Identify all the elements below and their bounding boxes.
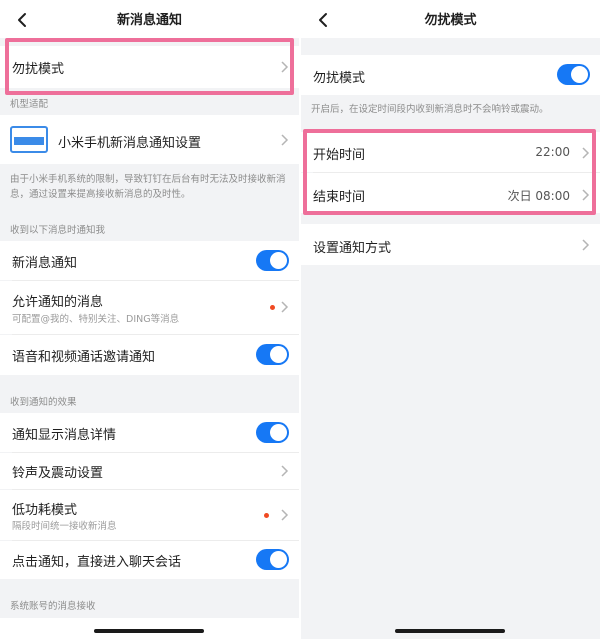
tap-open-row: 点击通知，直接进入聊天会话 xyxy=(0,541,299,579)
chevron-right-icon xyxy=(279,508,289,522)
dnd-mode-row[interactable]: 勿扰模式 xyxy=(0,46,299,88)
dnd-note: 开启后，在设定时间段内收到新消息时不会响铃或震动。 xyxy=(311,104,549,115)
dnd-toggle-label: 勿扰模式 xyxy=(313,71,366,86)
chevron-right-icon xyxy=(279,300,289,314)
end-time-row[interactable]: 结束时间 次日 08:00 xyxy=(301,173,600,213)
new-message-row: 新消息通知 xyxy=(0,241,299,280)
chevron-right-icon xyxy=(580,238,590,252)
dnd-toggle[interactable] xyxy=(557,64,590,85)
notify-method-row[interactable]: 设置通知方式 xyxy=(301,224,600,265)
device-settings-label: 小米手机新消息通知设置 xyxy=(58,136,202,151)
end-time-value: 次日 08:00 xyxy=(507,189,570,203)
tap-open-label: 点击通知，直接进入聊天会话 xyxy=(12,555,182,570)
show-detail-label: 通知显示消息详情 xyxy=(12,428,117,443)
red-dot-badge xyxy=(270,305,275,310)
phone-icon xyxy=(10,126,48,153)
dnd-mode-label: 勿扰模式 xyxy=(12,62,65,77)
low-power-label: 低功耗模式 xyxy=(12,503,78,518)
end-time-label: 结束时间 xyxy=(313,190,366,205)
show-detail-toggle[interactable] xyxy=(256,422,289,443)
call-invite-row: 语音和视频通话邀请通知 xyxy=(0,335,299,375)
start-time-row[interactable]: 开始时间 22:00 xyxy=(301,132,600,172)
allowed-messages-row[interactable]: 允许通知的消息 可配置@我的、特别关注、DING等消息 xyxy=(0,281,299,334)
call-invite-toggle[interactable] xyxy=(256,344,289,365)
low-power-sub: 隔段时间统一接收新消息 xyxy=(12,521,117,532)
chevron-right-icon xyxy=(279,60,289,74)
home-indicator xyxy=(94,629,204,633)
page-title: 勿扰模式 xyxy=(424,13,477,28)
nav-bar: 新消息通知 xyxy=(0,0,299,38)
ringtone-label: 铃声及震动设置 xyxy=(12,466,104,481)
chevron-right-icon xyxy=(279,133,289,147)
nav-bar: 勿扰模式 xyxy=(301,0,600,38)
ringtone-row[interactable]: 铃声及震动设置 xyxy=(0,453,299,489)
page-title: 新消息通知 xyxy=(116,13,182,28)
notification-settings-screen: 新消息通知 勿扰模式 机型适配 小米手机新消息通知设置 由于小米手机系统的限制，… xyxy=(0,0,299,639)
allowed-messages-label: 允许通知的消息 xyxy=(12,295,104,310)
show-detail-row: 通知显示消息详情 xyxy=(0,413,299,452)
new-message-label: 新消息通知 xyxy=(12,256,78,271)
new-message-toggle[interactable] xyxy=(256,250,289,271)
notify-method-label: 设置通知方式 xyxy=(313,241,392,256)
chevron-right-icon xyxy=(580,188,590,202)
call-invite-label: 语音和视频通话邀请通知 xyxy=(12,350,156,365)
tap-open-toggle[interactable] xyxy=(256,549,289,570)
chevron-right-icon xyxy=(279,464,289,478)
device-note: 由于小米手机系统的限制，导致钉钉在后台有时无法及时接收新消息，通过设置来提高接收… xyxy=(10,174,286,200)
low-power-row[interactable]: 低功耗模式 隔段时间统一接收新消息 xyxy=(0,490,299,540)
allowed-messages-sub: 可配置@我的、特别关注、DING等消息 xyxy=(12,314,180,325)
chevron-right-icon xyxy=(580,146,590,160)
section-effect-label: 收到通知的效果 xyxy=(10,397,77,408)
home-indicator xyxy=(395,629,505,633)
dnd-settings-screen: 勿扰模式 勿扰模式 开启后，在设定时间段内收到新消息时不会响铃或震动。 开始时间… xyxy=(301,0,600,639)
dnd-toggle-row: 勿扰模式 xyxy=(301,55,600,95)
section-receive-label: 收到以下消息时通知我 xyxy=(10,225,106,236)
start-time-value: 22:00 xyxy=(535,145,570,159)
section-device-label: 机型适配 xyxy=(10,99,49,110)
section-system-label: 系统账号的消息接收 xyxy=(10,601,96,612)
red-dot-badge xyxy=(264,513,269,518)
start-time-label: 开始时间 xyxy=(313,148,366,163)
